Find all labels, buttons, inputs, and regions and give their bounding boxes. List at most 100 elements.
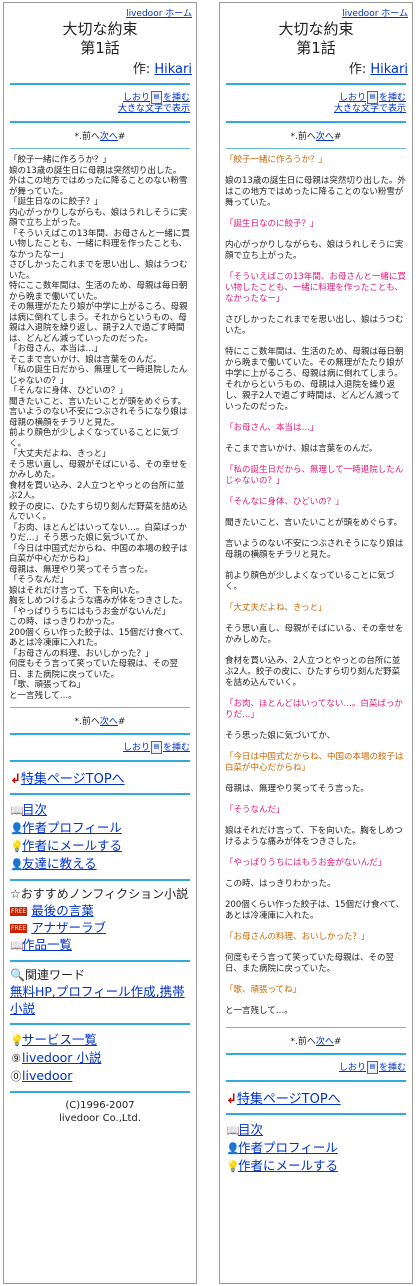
feature-top-link[interactable]: ↲特集ページTOPへ	[220, 1088, 412, 1107]
menu-item-mail-author[interactable]: 💡作者にメールする	[10, 837, 196, 855]
story-line: 「お肉、ほとんどはいってない…。白菜ばっかりだ…」そう思った娘に気づいてか、	[9, 522, 187, 544]
book-icon: 📖	[10, 939, 24, 952]
livedoor-link[interactable]: ⓪livedoor	[10, 1067, 196, 1085]
story-dialogue: 「餃子一緒に作ろうか？」	[225, 155, 328, 165]
lightbulb-icon: 💡	[10, 840, 24, 853]
footer-menu: 📖目次 👤作者プロフィール 💡作者にメールする 👤友達に教える	[4, 801, 196, 873]
recommend-item[interactable]: FREE アナザーラブ	[10, 919, 196, 936]
next-link[interactable]: 次へ	[100, 132, 118, 142]
bookmark-link[interactable]: しおり ▤ を挿む	[123, 91, 190, 104]
feature-top-link[interactable]: ↲特集ページTOPへ	[4, 768, 196, 787]
author-link[interactable]: Hikari	[370, 62, 408, 77]
next-link[interactable]: 次へ	[316, 132, 334, 142]
free-badge-icon: FREE	[10, 907, 28, 916]
large-text-link[interactable]: 大きな文字で表示	[334, 104, 406, 114]
page-nav-bottom: *.前へ次へ#	[290, 1037, 342, 1047]
divider	[10, 148, 190, 149]
menu-item-tell-friend[interactable]: 👤友達に教える	[10, 855, 196, 873]
menu-item-mail-author[interactable]: 💡作者にメールする	[226, 1157, 412, 1175]
story-line: そう思い直し、母親がそばにいる、その幸せをかみしめた。	[9, 459, 188, 481]
book-icon: 📖	[10, 804, 24, 817]
related-title: 🔍関連ワード	[10, 968, 85, 982]
bookmark-link[interactable]: しおり ▤ を挿む	[339, 91, 406, 104]
story-dialogue: 「お母さんの料理、おいしかった？」	[225, 932, 370, 942]
story-paragraph: 母親は、無理やり笑ってそう言った。	[225, 784, 369, 794]
story-paragraph: 200個くらい作った餃子は、15個だけ食べて、あとは冷凍庫に入れた。	[225, 900, 405, 921]
story-line: 「お母さんの料理、おいしかった？」	[9, 648, 154, 659]
divider	[226, 1113, 406, 1115]
story-line: 餃子の皮に、ひたすら切り刻んだ野菜を詰め込んでいく。	[9, 501, 188, 523]
story-line: 食材を買い込み、2人立つとやっとの台所に並ぶ2人。	[9, 480, 185, 502]
story-line: 「誕生日なのに餃子？」	[9, 197, 103, 207]
related-links[interactable]: 無料HP,プロフィール作成,携帯小説	[4, 983, 196, 1017]
story-paragraph: そう思った娘に気づいてか、	[225, 731, 336, 741]
search-icon: 🔍	[10, 968, 25, 982]
person-icon: 👤	[10, 858, 24, 871]
divider	[226, 1053, 406, 1055]
story-line: 「そうなんだ」	[9, 575, 69, 585]
menu-item-author-profile[interactable]: 👤作者プロフィール	[10, 819, 196, 837]
story-dialogue: 「歌、頑張ってね」	[225, 985, 302, 995]
story-line: 特にここ数年間は、生活のため、母親は毎日朝から晩まで働いていた。	[9, 281, 188, 302]
livedoor-home-link[interactable]: livedoor ホーム	[220, 3, 412, 19]
story-dialogue: 「お肉、ほとんどはいってない…。白菜ばっかりだ…」	[225, 699, 403, 720]
bookmark-control-bottom: しおり ▤ を挿む	[4, 741, 196, 754]
story-line: 「歌、頑張ってね」	[9, 680, 86, 690]
divider	[10, 121, 190, 123]
author-link[interactable]: Hikari	[154, 62, 192, 77]
large-text-link[interactable]: 大きな文字で表示	[118, 104, 190, 114]
livedoor-novel-link[interactable]: ⑨livedoor 小説	[10, 1049, 196, 1067]
story-dialogue: 「私の誕生日だから、無理して一時退院したんじゃないの？」	[225, 465, 404, 486]
story-dialogue: 「お母さん、本当は…」	[225, 423, 319, 433]
menu-item-contents[interactable]: 📖目次	[10, 801, 196, 819]
bookmark-control: しおり ▤ を挿む 大きな文字で表示	[220, 91, 412, 115]
page-nav-bottom: *.前へ次へ#	[74, 717, 126, 727]
story-paragraph: さびしかったこれまでを思い出し、娘はうつむいた。	[225, 315, 404, 336]
page-title: 大切な約束	[278, 20, 354, 38]
divider	[10, 1091, 190, 1093]
menu-item-author-profile[interactable]: 👤作者プロフィール	[226, 1139, 412, 1157]
story-line: 胸をしめつけるような痛みが体をつきさした。	[9, 596, 188, 606]
divider	[226, 121, 406, 123]
bookmark-icon: ▤	[150, 741, 162, 754]
chapter-title: 第1話	[296, 39, 336, 57]
lightbulb-icon: 💡	[226, 1160, 240, 1173]
story-line: そこまで言いかけ、娘は言葉をのんだ。	[9, 354, 162, 365]
bookmark-link[interactable]: しおり ▤ を挿む	[123, 741, 190, 754]
divider	[10, 760, 190, 762]
story-paragraph: 娘の13歳の誕生日に母親は突然切り出した。外はこの地方ではめったに降ることのない…	[225, 176, 406, 208]
service-links: 💡サービス一覧 ⑨livedoor 小説 ⓪livedoor	[4, 1031, 196, 1085]
story-paragraph: そう思い直し、母親がそばにいる、その幸せをかみしめた。	[225, 624, 404, 645]
divider	[10, 960, 190, 962]
divider	[10, 733, 190, 735]
story-line: 「やっぱりうちにはもうお金がないんだ」	[9, 606, 171, 617]
story-line: 「お母さん、本当は…」	[9, 344, 103, 354]
bookmark-icon: ▤	[150, 91, 162, 104]
lightbulb-icon: 💡	[10, 1034, 24, 1047]
story-line: 「私の誕生日だから、無理して一時退院したんじゃないの？」	[9, 365, 188, 386]
chapter-title: 第1話	[80, 39, 120, 57]
page-nav: *.前へ次へ#	[74, 132, 126, 142]
recommend-title: ☆おすすめノンフィクション小説	[10, 887, 189, 901]
story-line: 「そういえばこの13年間、お母さんと一緒に買い物したことも、一緒に料理を作ったこ…	[9, 228, 190, 260]
next-link[interactable]: 次へ	[100, 717, 118, 727]
next-link[interactable]: 次へ	[316, 1037, 334, 1047]
divider	[226, 1080, 406, 1082]
divider	[10, 879, 190, 881]
menu-item-contents[interactable]: 📖目次	[226, 1121, 412, 1139]
recommend-item[interactable]: 📖作品一覧	[10, 936, 196, 954]
page-panel-small-text: livedoor ホーム 大切な約束 第1話 作: Hikari しおり ▤ を挿む…	[3, 2, 197, 1284]
story-line: 娘はそれだけ言って、下を向いた。	[9, 585, 145, 596]
story-paragraph: 娘はそれだけ言って、下を向いた。胸をしめつけるような痛みが体をつきさした。	[225, 826, 403, 847]
free-badge-icon: FREE	[10, 924, 28, 933]
bookmark-icon: ▤	[366, 1061, 378, 1074]
story-line: 「大丈夫だよね、きっと」	[9, 449, 111, 459]
bookmark-link[interactable]: しおり ▤ を挿む	[339, 1061, 406, 1074]
bookmark-icon: ▤	[366, 91, 378, 104]
recommend-item[interactable]: FREE 最後の言葉	[10, 902, 196, 919]
divider	[10, 1023, 190, 1025]
number-9-icon: ⑨	[11, 1052, 21, 1065]
service-list-link[interactable]: 💡サービス一覧	[10, 1031, 196, 1049]
story-line: 内心がっかりしながらも、娘はうれしそうに実顔で立ち上がった。	[9, 207, 188, 229]
livedoor-home-link[interactable]: livedoor ホーム	[4, 3, 196, 19]
